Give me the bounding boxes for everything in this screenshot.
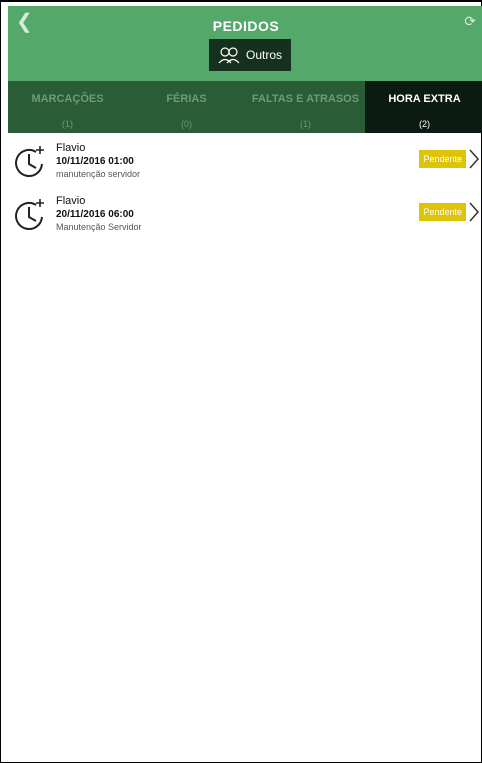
tab-count: (2) bbox=[419, 119, 430, 129]
refresh-icon[interactable]: ⟳ bbox=[464, 14, 476, 28]
filter-others-label: Outros bbox=[245, 48, 282, 62]
list-item[interactable]: Flavio 10/11/2016 01:00 manutenção servi… bbox=[8, 136, 482, 189]
tab-label: FÉRIAS bbox=[166, 93, 207, 105]
request-description: Manutenção Servidor bbox=[56, 222, 142, 232]
tab-count: (1) bbox=[62, 119, 73, 129]
chevron-right-icon[interactable] bbox=[468, 148, 480, 170]
request-list: Flavio 10/11/2016 01:00 manutenção servi… bbox=[8, 136, 482, 242]
tab-count: (1) bbox=[300, 119, 311, 129]
header-bar: ❮ PEDIDOS ⟳ Outros bbox=[8, 6, 482, 81]
chevron-right-icon[interactable] bbox=[468, 201, 480, 223]
tab-marcacoes[interactable]: MARCAÇÕES (1) bbox=[8, 81, 127, 133]
tab-faltas-atrasos[interactable]: FALTAS E ATRASOS (1) bbox=[246, 81, 365, 133]
tab-label: HORA EXTRA bbox=[388, 93, 461, 105]
tab-bar: MARCAÇÕES (1) FÉRIAS (0) FALTAS E ATRASO… bbox=[8, 81, 482, 133]
tab-hora-extra[interactable]: HORA EXTRA (2) bbox=[365, 81, 482, 133]
tab-label: FALTAS E ATRASOS bbox=[251, 93, 360, 105]
filter-others-button[interactable]: Outros bbox=[209, 39, 291, 71]
request-name: Flavio bbox=[56, 142, 86, 154]
clock-plus-icon bbox=[15, 146, 44, 177]
request-name: Flavio bbox=[56, 195, 86, 207]
tab-label: MARCAÇÕES bbox=[31, 93, 104, 105]
list-item[interactable]: Flavio 20/11/2016 06:00 Manutenção Servi… bbox=[8, 189, 482, 242]
status-badge: Pendente bbox=[419, 203, 466, 221]
request-datetime: 20/11/2016 06:00 bbox=[56, 209, 134, 220]
page-title: PEDIDOS bbox=[212, 18, 280, 34]
status-badge: Pendente bbox=[419, 150, 466, 168]
clock-plus-icon bbox=[15, 199, 44, 230]
tab-count: (0) bbox=[181, 119, 192, 129]
tab-ferias[interactable]: FÉRIAS (0) bbox=[127, 81, 246, 133]
request-datetime: 10/11/2016 01:00 bbox=[56, 156, 134, 167]
request-description: manutenção servidor bbox=[56, 169, 141, 179]
people-group-icon bbox=[218, 47, 240, 64]
